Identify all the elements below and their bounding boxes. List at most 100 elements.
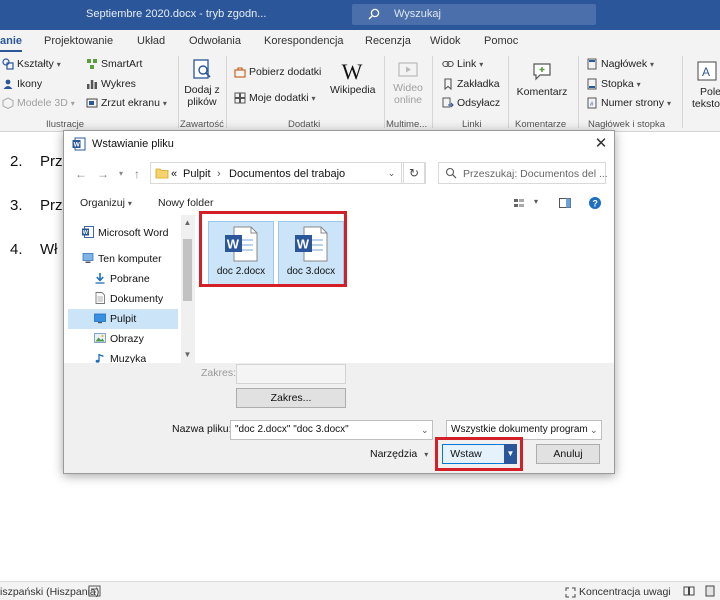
scroll-down-icon[interactable]: ▼	[181, 349, 194, 361]
breadcrumb-desktop[interactable]: Pulpit	[183, 168, 211, 180]
nav-item-desktop[interactable]: Pulpit	[68, 309, 178, 329]
wikipedia-icon: W	[341, 59, 363, 84]
tools-button[interactable]: Narzędzia ▾	[370, 448, 428, 460]
get-addins-button[interactable]: Pobierz dodatki	[234, 66, 321, 78]
up-button[interactable]: ↑	[130, 167, 144, 181]
cube-icon	[2, 97, 14, 110]
file-name-input[interactable]: "doc 2.docx" "doc 3.docx"	[230, 420, 433, 440]
word-icon: W	[82, 226, 94, 238]
range-button[interactable]: Zakres...	[236, 388, 346, 408]
address-dropdown[interactable]: ⌄	[382, 162, 402, 184]
focus-mode-button[interactable]: Koncentracja uwagi	[565, 586, 671, 598]
search-icon	[445, 167, 457, 179]
header-icon	[587, 58, 597, 70]
read-mode-icon[interactable]	[683, 585, 695, 597]
footer-button[interactable]: Stopka ▾	[586, 78, 641, 90]
screenshot-icon	[86, 98, 98, 108]
nav-item-music[interactable]: Muzyka	[68, 349, 178, 363]
group-links-label: Linki	[462, 119, 482, 130]
view-options-icon[interactable]	[512, 196, 526, 210]
nav-item-downloads[interactable]: Pobrane	[68, 269, 178, 289]
nav-item-microsoft-word[interactable]: W Microsoft Word	[68, 223, 178, 243]
svg-text:#: #	[590, 102, 594, 108]
navigation-scrollbar[interactable]: ▲ ▼	[181, 215, 194, 363]
preview-pane-icon[interactable]	[558, 196, 572, 210]
range-input	[236, 364, 346, 384]
smartart-button[interactable]: SmartArt	[86, 58, 142, 70]
view-dropdown[interactable]: ▾	[534, 197, 538, 206]
icons-button[interactable]: Ikony	[2, 78, 42, 90]
header-button[interactable]: Nagłówek ▾	[586, 58, 654, 70]
models3d-button[interactable]: Modele 3D ▾	[2, 97, 75, 110]
refresh-button[interactable]: ↻	[403, 162, 425, 184]
accessibility-icon[interactable]	[88, 585, 101, 597]
focus-icon	[565, 587, 576, 598]
dialog-search-input[interactable]: Przeszukaj: Documentos del ...	[438, 162, 608, 184]
tab-review[interactable]: Recenzja	[365, 35, 411, 47]
tab-view[interactable]: Widok	[430, 35, 461, 47]
word-icon: W	[72, 137, 86, 151]
nav-item-documents[interactable]: Dokumenty	[68, 289, 178, 309]
nav-item-this-pc[interactable]: Ten komputer	[68, 249, 178, 269]
video-icon	[398, 62, 418, 77]
chart-icon	[87, 80, 97, 90]
page-number-button[interactable]: # Numer strony ▾	[586, 97, 671, 109]
scrollbar-thumb[interactable]	[183, 239, 192, 301]
screenshot-button[interactable]: Zrzut ekranu ▾	[86, 97, 167, 109]
search-label: Wyszukaj	[394, 8, 441, 20]
print-layout-icon[interactable]	[704, 585, 716, 597]
close-icon: ✕	[594, 135, 608, 152]
tab-layout[interactable]: Układ	[137, 35, 165, 47]
chevron-down-icon: ▾	[534, 197, 539, 206]
arrow-right-icon: →	[97, 167, 109, 181]
smartart-icon	[87, 59, 97, 70]
tab-mailings[interactable]: Korespondencja	[264, 35, 344, 47]
my-addins-button[interactable]: Moje dodatki ▾	[234, 92, 315, 104]
shapes-icon	[2, 58, 14, 70]
music-icon	[95, 354, 104, 363]
cancel-button[interactable]: Anuluj	[536, 444, 600, 464]
svg-text:W: W	[74, 142, 81, 149]
chevron-down-icon[interactable]: ⌄	[590, 425, 598, 436]
add-from-files-button[interactable]: Dodaj z plików	[184, 58, 220, 108]
files-highlight-box	[199, 211, 347, 287]
organize-button[interactable]: Organizuj ▾	[80, 197, 132, 209]
bookmark-button[interactable]: Zakładka	[442, 78, 500, 91]
cross-reference-button[interactable]: Odsyłacz	[442, 97, 500, 109]
breadcrumb-folder[interactable]: Documentos del trabajo	[229, 168, 345, 180]
ribbon-separator	[384, 56, 385, 128]
search-box[interactable]: Wyszukaj	[352, 4, 596, 25]
nav-item-pictures[interactable]: Obrazy	[68, 329, 178, 349]
breadcrumb-separator: ›	[217, 168, 221, 180]
tab-help[interactable]: Pomoc	[484, 35, 518, 47]
help-icon[interactable]: ?	[588, 196, 602, 210]
online-video-button[interactable]: Wideo online	[392, 60, 424, 106]
cross-reference-icon	[442, 97, 454, 108]
textbox-button[interactable]: A Poletekstow	[690, 60, 720, 110]
language-status[interactable]: iszpański (Hiszpania)	[0, 586, 99, 598]
breadcrumb-root[interactable]: «	[171, 168, 177, 180]
computer-icon	[82, 253, 94, 263]
tab-insert[interactable]: anie	[0, 35, 23, 52]
close-button[interactable]: ✕	[590, 134, 612, 154]
document-title: Septiembre 2020.docx - tryb zgodn...	[86, 8, 267, 20]
search-icon	[368, 8, 380, 20]
tab-design[interactable]: Projektowanie	[44, 35, 113, 47]
shapes-button[interactable]: Kształty ▾	[2, 58, 61, 70]
scroll-up-icon[interactable]: ▲	[181, 217, 194, 229]
comment-button[interactable]: Komentarz	[516, 60, 568, 98]
recent-locations-button[interactable]: ▾	[114, 167, 128, 181]
forward-button[interactable]: →	[96, 167, 110, 181]
chart-button[interactable]: Wykres	[86, 78, 136, 90]
download-icon	[95, 273, 105, 284]
chevron-down-icon[interactable]: ⌄	[421, 425, 429, 436]
new-folder-button[interactable]: Nowy folder	[158, 197, 213, 209]
ribbon-separator	[682, 56, 683, 128]
tab-references[interactable]: Odwołania	[189, 35, 241, 47]
link-button[interactable]: Link ▾	[442, 58, 483, 70]
dialog-title: Wstawianie pliku	[92, 138, 174, 150]
back-button[interactable]: ←	[74, 167, 88, 181]
wikipedia-button[interactable]: W Wikipedia	[330, 59, 376, 97]
document-search-icon	[193, 59, 211, 79]
ribbon-tabs: anie Projektowanie Układ Odwołania Kores…	[0, 30, 720, 52]
